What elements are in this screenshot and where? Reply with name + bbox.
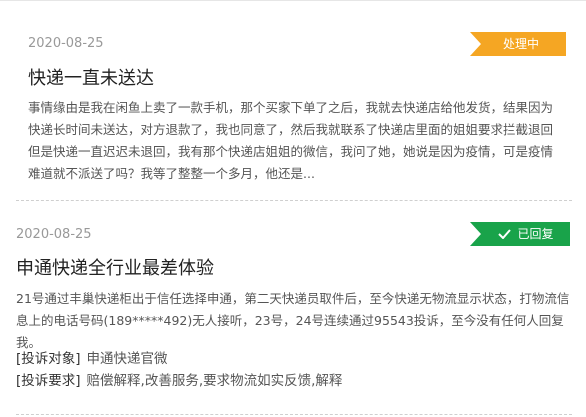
card-divider [16,200,572,201]
target-value: 申通快递官微 [86,351,168,367]
complaint-body: 事情缘由是我在闲鱼上卖了一款手机，那个买家下单了之后，我就去快递店给他发货，结果… [28,100,554,181]
status-badge-processing: 处理中 [470,32,566,56]
status-label: 处理中 [502,37,539,51]
complaint-card[interactable]: 2020-08-25 处理中 快递一直未送达 事情缘由是我在闲鱼上卖了一款手机，… [0,0,586,202]
complaint-title[interactable]: 申通快递全行业最差体验 [16,254,214,280]
card-divider [16,414,572,415]
status-label: 已回复 [517,227,554,241]
status-badge-replied: 已回复 [470,222,570,246]
demand-value: 赔偿解释,改善服务,要求物流如实反馈,解释 [86,373,343,389]
target-label: [投诉对象] [16,351,81,367]
complaint-date: 2020-08-25 [28,36,104,51]
complaint-title[interactable]: 快递一直未送达 [28,64,154,90]
demand-label: [投诉要求] [16,373,81,389]
complaint-body: 21号通过丰巢快递柜出于信任选择申通，第二天快递员取件后，至今快递无物流显示状态… [16,291,570,350]
complaint-target: [投诉对象] 申通快递官微 [16,347,168,367]
complaint-demand: [投诉要求] 赔偿解释,改善服务,要求物流如实反馈,解释 [16,369,342,389]
check-icon [498,229,512,239]
complaint-date: 2020-08-25 [16,227,92,242]
complaint-card[interactable]: 2020-08-25 已回复 申通快递全行业最差体验 21号通过丰巢快递柜出于信… [0,202,586,416]
